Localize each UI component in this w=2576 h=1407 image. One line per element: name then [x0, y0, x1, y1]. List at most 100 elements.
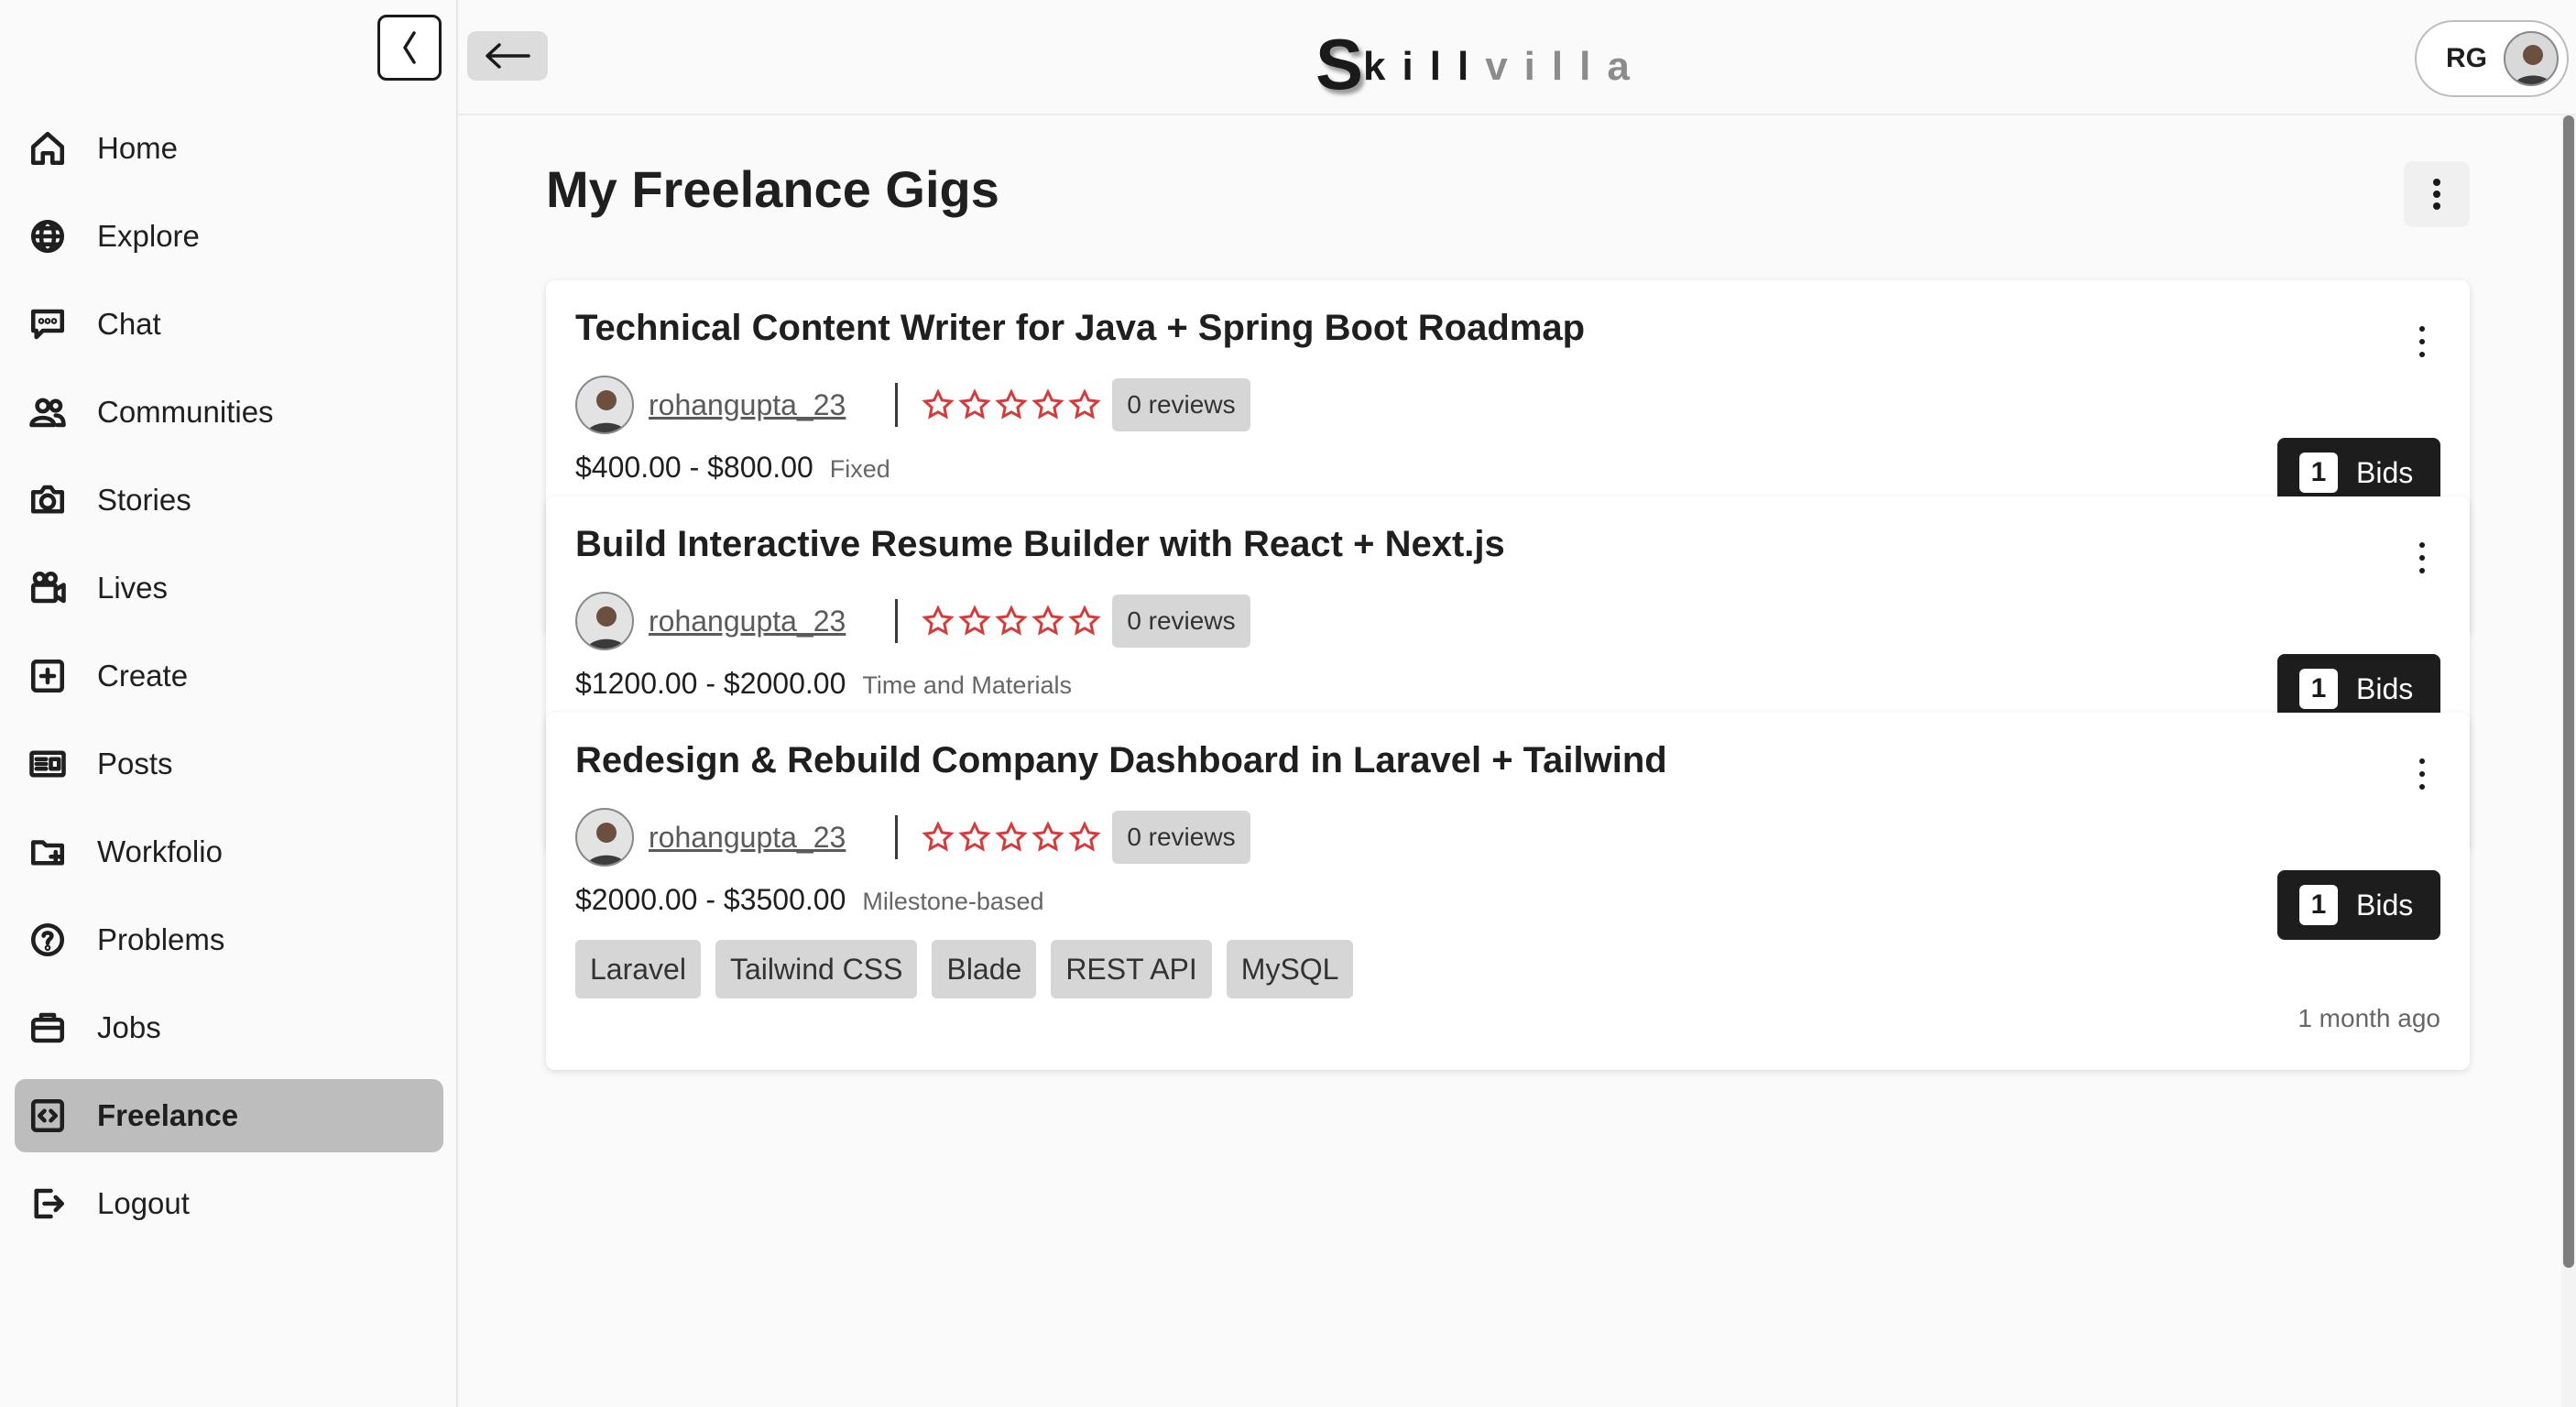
- sidebar-item-stories[interactable]: Stories: [15, 464, 443, 537]
- code-square-icon: [27, 1096, 68, 1136]
- sidebar-nav: Home Explore Chat Communities Stories Lives Cr…: [15, 112, 443, 1255]
- pricing-type: Fixed: [829, 455, 890, 483]
- sidebar-item-home[interactable]: Home: [15, 112, 443, 185]
- home-icon: [27, 128, 68, 169]
- briefcase-icon: [27, 1008, 68, 1048]
- skill-tag: Blade: [932, 940, 1037, 998]
- sidebar-item-communities[interactable]: Communities: [15, 376, 443, 449]
- sidebar-item-problems[interactable]: Problems: [15, 903, 443, 976]
- star-empty-icon[interactable]: [958, 605, 991, 638]
- arrow-left-icon: [486, 43, 530, 69]
- author-avatar[interactable]: [575, 376, 634, 434]
- divider: [895, 815, 899, 859]
- bids-count: 1: [2299, 453, 2338, 493]
- gig-options-button[interactable]: [2411, 758, 2433, 790]
- camera-icon: [27, 480, 68, 520]
- star-empty-icon[interactable]: [1031, 388, 1064, 421]
- gig-options-button[interactable]: [2411, 326, 2433, 357]
- reviews-badge[interactable]: 0 reviews: [1112, 378, 1250, 431]
- gig-card[interactable]: Redesign & Rebuild Company Dashboard in …: [546, 713, 2470, 1070]
- star-empty-icon[interactable]: [1068, 605, 1101, 638]
- sidebar-item-workfolio[interactable]: Workfolio: [15, 815, 443, 889]
- sidebar-item-explore[interactable]: Explore: [15, 200, 443, 273]
- star-empty-icon[interactable]: [958, 388, 991, 421]
- folder-plus-icon: [27, 832, 68, 872]
- gig-title[interactable]: Build Interactive Resume Builder with Re…: [575, 524, 1505, 565]
- more-vertical-icon: [2433, 179, 2440, 210]
- gig-meta: rohangupta_23 0 reviews: [575, 592, 1250, 650]
- bids-count: 1: [2299, 885, 2338, 925]
- chevron-left-icon: [403, 31, 416, 64]
- star-empty-icon[interactable]: [995, 605, 1028, 638]
- reviews-badge[interactable]: 0 reviews: [1112, 594, 1250, 648]
- sidebar-item-label: Chat: [97, 307, 161, 341]
- sidebar-item-label: Workfolio: [97, 834, 223, 868]
- user-avatar: [2504, 31, 2559, 86]
- star-empty-icon[interactable]: [922, 821, 955, 854]
- star-empty-icon[interactable]: [1068, 388, 1101, 421]
- main-content: My Freelance Gigs Technical Content Writ…: [458, 115, 2561, 1407]
- user-initials: RG: [2446, 43, 2487, 73]
- gig-title[interactable]: Redesign & Rebuild Company Dashboard in …: [575, 740, 1667, 781]
- star-empty-icon[interactable]: [995, 388, 1028, 421]
- posted-time: 1 month ago: [2298, 1004, 2440, 1032]
- scrollbar-thumb[interactable]: [2563, 115, 2574, 1268]
- author-avatar[interactable]: [575, 592, 634, 650]
- rating-stars: [922, 821, 1101, 854]
- top-bar: S kill villa RG: [458, 0, 2576, 115]
- sidebar-item-posts[interactable]: Posts: [15, 727, 443, 801]
- star-empty-icon[interactable]: [995, 821, 1028, 854]
- pricing-type: Time and Materials: [862, 671, 1072, 699]
- bids-label: Bids: [2356, 671, 2414, 705]
- rating-stars: [922, 388, 1101, 421]
- newspaper-icon: [27, 744, 68, 784]
- price-range: $1200.00 - $2000.00: [575, 667, 846, 700]
- bids-button[interactable]: 1 Bids: [2277, 870, 2440, 940]
- sidebar-item-label: Lives: [97, 571, 169, 605]
- star-empty-icon[interactable]: [922, 605, 955, 638]
- star-empty-icon[interactable]: [1031, 821, 1064, 854]
- gig-title[interactable]: Technical Content Writer for Java + Spri…: [575, 308, 1585, 349]
- skill-tag: REST API: [1051, 940, 1212, 998]
- sidebar-item-create[interactable]: Create: [15, 639, 443, 713]
- price-range: $400.00 - $800.00: [575, 451, 813, 484]
- sidebar-item-lives[interactable]: Lives: [15, 551, 443, 625]
- author-avatar[interactable]: [575, 808, 634, 867]
- star-empty-icon[interactable]: [922, 388, 955, 421]
- skill-tag: MySQL: [1226, 940, 1354, 998]
- star-empty-icon[interactable]: [1068, 821, 1101, 854]
- sidebar-item-label: Posts: [97, 747, 173, 780]
- sidebar-item-freelance[interactable]: Freelance: [15, 1079, 443, 1152]
- collapse-sidebar-button[interactable]: [377, 15, 442, 81]
- page-options-button[interactable]: [2404, 161, 2470, 227]
- sidebar-item-logout[interactable]: Logout: [15, 1167, 443, 1240]
- logo-text-light: villa: [1485, 44, 1646, 89]
- sidebar-item-chat[interactable]: Chat: [15, 288, 443, 361]
- author-link[interactable]: rohangupta_23: [649, 605, 846, 638]
- author-link[interactable]: rohangupta_23: [649, 821, 846, 855]
- bids-label: Bids: [2356, 888, 2414, 922]
- sidebar-item-label: Logout: [97, 1186, 190, 1220]
- skill-tag: Laravel: [575, 940, 701, 998]
- scrollbar[interactable]: [2561, 115, 2576, 1407]
- skillvilla-logo[interactable]: S kill villa: [1315, 24, 1646, 104]
- skill-tag: Tailwind CSS: [715, 940, 918, 998]
- star-empty-icon[interactable]: [1031, 605, 1064, 638]
- star-empty-icon[interactable]: [958, 821, 991, 854]
- gig-options-button[interactable]: [2411, 542, 2433, 573]
- sidebar-item-label: Stories: [97, 483, 191, 517]
- gig-meta: rohangupta_23 0 reviews: [575, 376, 1250, 434]
- sidebar-item-label: Communities: [97, 395, 274, 429]
- user-menu-button[interactable]: RG: [2415, 20, 2569, 97]
- sidebar-item-label: Explore: [97, 219, 200, 253]
- logo-letter: S: [1315, 24, 1364, 104]
- reviews-badge[interactable]: 0 reviews: [1112, 811, 1250, 864]
- bids-label: Bids: [2356, 455, 2414, 489]
- back-button[interactable]: [467, 31, 548, 81]
- sidebar: Home Explore Chat Communities Stories Lives Cr…: [0, 0, 458, 1407]
- author-link[interactable]: rohangupta_23: [649, 388, 846, 422]
- gig-meta: rohangupta_23 0 reviews: [575, 808, 1250, 867]
- sidebar-item-jobs[interactable]: Jobs: [15, 991, 443, 1064]
- sidebar-item-label: Jobs: [97, 1010, 161, 1044]
- logout-icon: [27, 1183, 68, 1224]
